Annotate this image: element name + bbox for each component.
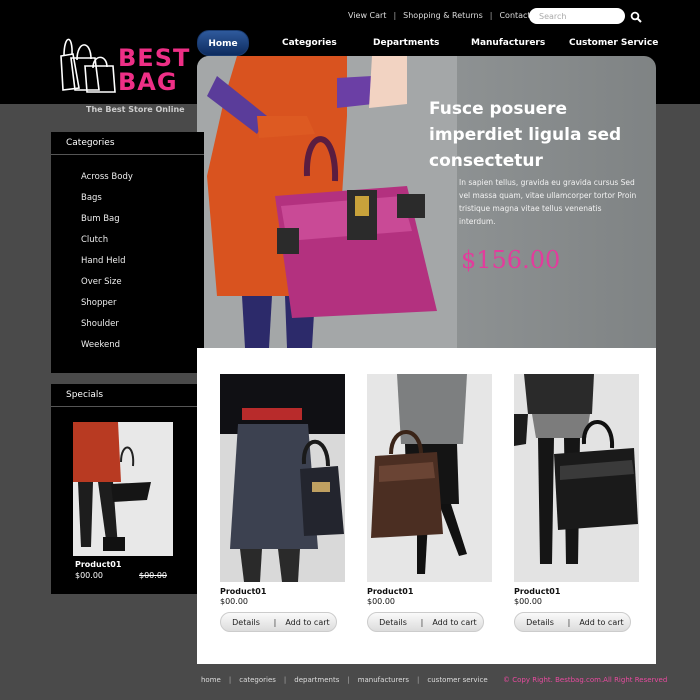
details-button[interactable]: Details <box>515 618 565 627</box>
category-across-body[interactable]: Across Body <box>51 167 204 188</box>
shopping-returns-link[interactable]: Shopping & Returns <box>403 11 483 20</box>
category-shoulder[interactable]: Shoulder <box>51 314 204 335</box>
product-actions: Details | Add to cart <box>514 612 631 632</box>
details-button[interactable]: Details <box>221 618 271 627</box>
nav-customer-service[interactable]: Customer Service <box>569 30 658 56</box>
footer-home-link[interactable]: home <box>201 676 221 684</box>
category-bags[interactable]: Bags <box>51 188 204 209</box>
separator: | <box>489 11 493 20</box>
separator: | <box>420 617 424 627</box>
separator: | <box>283 676 287 684</box>
footer-links: home | categories | departments | manufa… <box>201 676 488 684</box>
product-actions: Details | Add to cart <box>220 612 337 632</box>
nav-categories[interactable]: Categories <box>282 30 337 56</box>
category-bum-bag[interactable]: Bum Bag <box>51 209 204 230</box>
view-cart-link[interactable]: View Cart <box>348 11 386 20</box>
product-price: $00.00 <box>367 597 395 606</box>
category-list: Across Body Bags Bum Bag Clutch Hand Hel… <box>51 155 204 356</box>
separator: | <box>567 617 571 627</box>
product-image[interactable] <box>220 374 345 582</box>
categories-heading: Categories <box>51 132 204 155</box>
footer-manufacturers-link[interactable]: manufacturers <box>358 676 409 684</box>
separator: | <box>393 11 397 20</box>
product-actions: Details | Add to cart <box>367 612 484 632</box>
special-product-old-price: $00.00 <box>139 571 167 580</box>
product-image[interactable] <box>367 374 492 582</box>
product-name[interactable]: Product01 <box>220 587 345 596</box>
special-product-name[interactable]: Product01 <box>75 560 121 569</box>
category-clutch[interactable]: Clutch <box>51 230 204 251</box>
copyright-text: © Copy Right. Bestbag.com.All Right Rese… <box>503 676 668 684</box>
shopping-bags-icon <box>60 38 116 93</box>
category-hand-held[interactable]: Hand Held <box>51 251 204 272</box>
logo-line-2: BAG <box>118 68 178 96</box>
search-input[interactable] <box>529 8 625 24</box>
product-price: $00.00 <box>220 597 248 606</box>
details-button[interactable]: Details <box>368 618 418 627</box>
hero-headline: Fusce posuere imperdiet ligula sed conse… <box>429 99 622 171</box>
product-price: $00.00 <box>514 597 542 606</box>
nav-departments[interactable]: Departments <box>373 30 439 56</box>
separator: | <box>347 676 350 684</box>
add-to-cart-button[interactable]: Add to cart <box>573 618 630 627</box>
specials-heading: Specials <box>51 384 204 407</box>
product-card: Product01 $00.00 Details | Add to cart <box>514 374 639 632</box>
logo-wordmark: BEST BAG <box>118 46 190 94</box>
footer-departments-link[interactable]: departments <box>294 676 339 684</box>
tagline: The Best Store Online <box>86 105 185 114</box>
logo-line-1: BEST <box>118 44 191 72</box>
separator: | <box>273 617 277 627</box>
category-weekend[interactable]: Weekend <box>51 335 204 356</box>
add-to-cart-button[interactable]: Add to cart <box>426 618 483 627</box>
specials-panel: Specials Product01 $00.00 $00.00 <box>51 384 204 594</box>
hero-description: In sapien tellus, gravida eu gravida cur… <box>459 178 637 226</box>
nav-home[interactable]: Home <box>197 30 249 56</box>
category-over-size[interactable]: Over Size <box>51 272 204 293</box>
footer-customer-service-link[interactable]: customer service <box>427 676 487 684</box>
hero-banner[interactable]: Fusce posuere imperdiet ligula sed conse… <box>197 56 656 348</box>
product-card: Product01 $00.00 Details | Add to cart <box>367 374 492 632</box>
search-icon[interactable] <box>630 11 642 23</box>
utility-links: View Cart | Shopping & Returns | Contact… <box>348 11 543 20</box>
categories-panel: Categories Across Body Bags Bum Bag Clut… <box>51 132 204 373</box>
hero-price: $156.00 <box>461 246 561 274</box>
special-product-image[interactable] <box>73 422 173 556</box>
product-card: Product01 $00.00 Details | Add to cart <box>220 374 345 632</box>
separator: | <box>228 676 232 684</box>
main-nav: Home Categories Departments Manufacturer… <box>197 30 658 56</box>
product-name[interactable]: Product01 <box>514 587 639 596</box>
nav-manufacturers[interactable]: Manufacturers <box>471 30 545 56</box>
hero-model-with-bag-image <box>197 56 457 348</box>
product-name[interactable]: Product01 <box>367 587 492 596</box>
products-grid: Product01 $00.00 Details | Add to cart P… <box>197 348 656 664</box>
add-to-cart-button[interactable]: Add to cart <box>279 618 336 627</box>
category-shopper[interactable]: Shopper <box>51 293 204 314</box>
special-product-price: $00.00 <box>75 571 103 580</box>
product-image[interactable] <box>514 374 639 582</box>
footer-categories-link[interactable]: categories <box>239 676 276 684</box>
separator: | <box>417 676 420 684</box>
